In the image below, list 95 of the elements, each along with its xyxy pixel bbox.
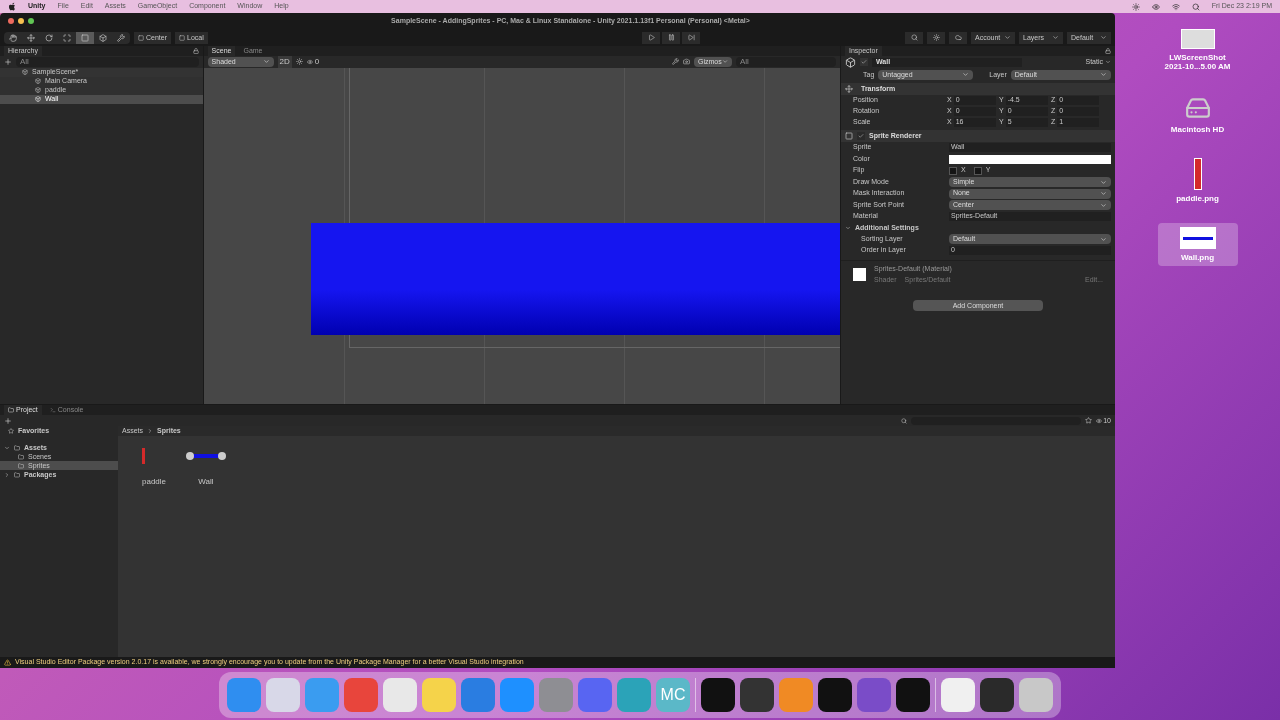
pivot-icon xyxy=(138,34,144,41)
play-icon xyxy=(647,34,655,42)
apple-icon[interactable] xyxy=(8,2,16,11)
folder-icon xyxy=(14,444,20,451)
status-icon[interactable] xyxy=(1131,2,1140,11)
file-name: Wall.png xyxy=(1181,253,1214,262)
cube-icon xyxy=(99,33,107,42)
desktop-icon[interactable]: LWScreenShot 2021-10...5.00 AM xyxy=(1157,25,1238,75)
warning-icon xyxy=(4,659,11,666)
search-button[interactable] xyxy=(905,31,923,44)
active-checkbox[interactable] xyxy=(860,58,868,67)
add-icon[interactable] xyxy=(4,57,12,66)
image-thumbnail xyxy=(1180,29,1215,49)
app-icon[interactable] xyxy=(980,678,1014,712)
scene-icon xyxy=(22,69,28,76)
move-icon xyxy=(27,33,35,42)
lock-icon[interactable] xyxy=(1105,47,1111,54)
folder-icon xyxy=(18,453,24,460)
expand-icon xyxy=(4,471,10,478)
app-icon[interactable] xyxy=(941,678,975,712)
app-icon[interactable] xyxy=(818,678,852,712)
search-field[interactable]: All xyxy=(736,56,836,67)
app-icon[interactable] xyxy=(740,678,774,712)
close-button[interactable] xyxy=(8,18,14,25)
wifi-icon[interactable] xyxy=(1171,2,1180,11)
status-icon[interactable] xyxy=(1151,2,1160,11)
tool-button[interactable] xyxy=(76,31,94,44)
check-icon xyxy=(861,59,867,66)
color-field[interactable] xyxy=(949,154,1111,164)
caret-icon xyxy=(1052,34,1059,42)
check-icon xyxy=(858,132,864,139)
caret-icon xyxy=(1100,235,1107,243)
star-icon[interactable] xyxy=(1085,417,1093,425)
rotate-icon xyxy=(45,33,53,42)
play-button[interactable] xyxy=(642,31,661,44)
camera-icon[interactable] xyxy=(683,58,690,66)
expand-icon xyxy=(845,224,851,231)
layers-button[interactable]: 0 xyxy=(306,55,320,68)
light-icon[interactable] xyxy=(295,58,303,66)
sprite-icon xyxy=(845,131,853,140)
search-icon[interactable] xyxy=(1191,2,1200,11)
settings-button[interactable] xyxy=(927,31,945,44)
folder-icon xyxy=(14,471,20,478)
search-icon xyxy=(910,34,918,42)
zoom-button[interactable] xyxy=(28,18,34,25)
wrench-icon xyxy=(117,33,125,42)
transform-icon xyxy=(845,84,853,93)
minimize-button[interactable] xyxy=(18,18,24,25)
pause-button[interactable] xyxy=(662,31,681,44)
hand-icon xyxy=(9,33,17,42)
separator-icon xyxy=(147,428,153,435)
image-thumbnail xyxy=(1179,227,1216,249)
enabled-checkbox[interactable] xyxy=(857,131,865,140)
cube-icon xyxy=(35,96,41,103)
app-icon[interactable] xyxy=(701,678,735,712)
file-name: LWScreenShot 2021-10...5.00 AM xyxy=(1163,53,1232,71)
caret-icon xyxy=(962,71,970,79)
star-icon xyxy=(8,428,14,435)
cube-icon xyxy=(35,87,41,94)
caret-icon xyxy=(1004,34,1011,42)
app-icon[interactable] xyxy=(896,678,930,712)
console-icon xyxy=(49,407,56,414)
file-name: Macintosh HD xyxy=(1170,125,1225,134)
eye-icon xyxy=(306,58,313,65)
file-name: paddle.png xyxy=(1176,194,1219,203)
cloud-button[interactable] xyxy=(949,31,967,44)
scale-icon xyxy=(63,33,71,42)
cloud-icon xyxy=(954,34,962,42)
desktop-icon[interactable]: paddle.png xyxy=(1157,154,1238,207)
flip-checkbox[interactable] xyxy=(949,166,957,175)
search-field[interactable]: All xyxy=(16,56,199,67)
tools-icon[interactable] xyxy=(672,58,679,66)
expand-icon xyxy=(4,444,10,451)
image-thumbnail xyxy=(1193,158,1202,190)
step-button[interactable] xyxy=(682,31,701,44)
pivot-icon xyxy=(179,34,185,41)
sun-icon xyxy=(932,34,940,42)
step-icon xyxy=(687,34,695,42)
lock-icon[interactable] xyxy=(192,47,199,54)
folder-icon xyxy=(8,407,14,414)
rect-icon xyxy=(81,33,89,42)
caret-icon xyxy=(721,58,728,66)
material-swatch xyxy=(853,268,866,282)
caret-icon xyxy=(262,58,270,66)
folder-icon xyxy=(18,462,24,469)
eye-icon xyxy=(1096,417,1103,424)
caret-icon xyxy=(1100,34,1107,42)
asset-label[interactable]: paddle xyxy=(142,476,166,489)
cube-icon xyxy=(35,78,41,85)
cube-icon xyxy=(845,56,856,68)
add-icon[interactable] xyxy=(4,416,12,425)
desktop-icon[interactable]: Macintosh HD xyxy=(1157,91,1238,138)
pause-icon xyxy=(667,34,675,42)
flip-checkbox[interactable] xyxy=(973,166,982,175)
asset-label[interactable]: Wall xyxy=(198,476,214,489)
